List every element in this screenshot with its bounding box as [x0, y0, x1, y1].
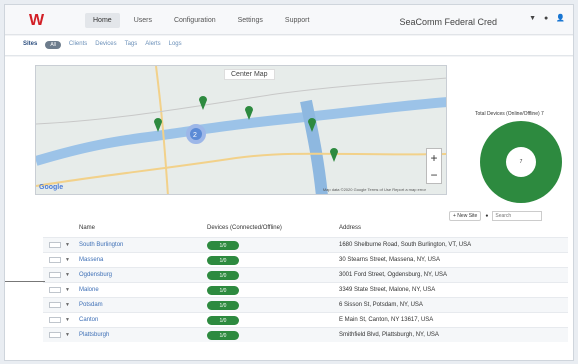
- chevron-down-icon[interactable]: ▼: [529, 15, 536, 22]
- site-name-link[interactable]: Massena: [79, 257, 103, 263]
- row-actions: ▼: [49, 272, 70, 278]
- tab-alerts[interactable]: Alerts: [145, 41, 160, 49]
- search-input[interactable]: [492, 211, 543, 221]
- table-row[interactable]: ▼ Malone 1/0 3349 State Street, Malone, …: [43, 282, 568, 297]
- sites-table: ▼ South Burlington 1/0 1680 Shelburne Ro…: [43, 237, 568, 342]
- top-icons: ▼ ● 👤: [529, 14, 565, 23]
- site-name-link[interactable]: Malone: [79, 287, 99, 293]
- nav-configuration[interactable]: Configuration: [166, 13, 224, 28]
- menu-icon[interactable]: [49, 332, 61, 338]
- column-devices[interactable]: Devices (Connected/Offline): [207, 225, 282, 231]
- site-address: 3349 State Street, Malone, NY, USA: [339, 287, 436, 293]
- sub-navigation: Sites All Clients Devices Tags Alerts Lo…: [5, 36, 573, 56]
- site-address: 30 Stearns Street, Massena, NY, USA: [339, 257, 440, 263]
- row-actions: ▼: [49, 302, 70, 308]
- site-address: 1680 Shelburne Road, South Burlington, V…: [339, 242, 472, 248]
- chevron-down-icon[interactable]: ▼: [65, 272, 70, 278]
- help-icon[interactable]: ●: [485, 213, 488, 219]
- device-status-badge: 1/0: [207, 301, 239, 310]
- site-address: 6 Sisson St, Potsdam, NY, USA: [339, 302, 423, 308]
- column-address[interactable]: Address: [339, 225, 361, 231]
- zoom-in-button[interactable]: +: [430, 151, 437, 165]
- user-icon[interactable]: 👤: [556, 14, 565, 22]
- main-nav: Home Users Configuration Settings Suppor…: [85, 13, 317, 28]
- info-icon[interactable]: ●: [544, 15, 548, 22]
- table-row[interactable]: ▼ South Burlington 1/0 1680 Shelburne Ro…: [43, 237, 568, 252]
- site-name-link[interactable]: South Burlington: [79, 242, 123, 248]
- menu-icon[interactable]: [49, 242, 61, 248]
- tab-devices[interactable]: Devices: [95, 41, 116, 49]
- table-row[interactable]: ▼ Plattsburgh 1/0 Smithfield Blvd, Platt…: [43, 327, 568, 342]
- top-navigation-bar: W Home Users Configuration Settings Supp…: [5, 5, 573, 35]
- donut-title: Total Devices (Online/Offline) 7: [475, 111, 544, 117]
- chevron-down-icon[interactable]: ▼: [65, 317, 70, 323]
- row-actions: ▼: [49, 287, 70, 293]
- nav-home[interactable]: Home: [85, 13, 120, 28]
- device-status-badge: 1/0: [207, 271, 239, 280]
- column-name[interactable]: Name: [79, 225, 95, 231]
- site-name-link[interactable]: Plattsburgh: [79, 332, 109, 338]
- tab-tags[interactable]: Tags: [125, 41, 138, 49]
- table-row[interactable]: ▼ Ogdensburg 1/0 3001 Ford Street, Ogden…: [43, 267, 568, 282]
- map-zoom-control: + −: [426, 148, 442, 184]
- decorative-divider: [5, 281, 45, 282]
- tab-logs[interactable]: Logs: [169, 41, 182, 49]
- site-name-link[interactable]: Potsdam: [79, 302, 103, 308]
- dashboard-content: 2 Center Map + − Google Map data ©2020 G…: [5, 57, 573, 360]
- site-name-link[interactable]: Canton: [79, 317, 98, 323]
- center-map-button[interactable]: Center Map: [224, 69, 275, 80]
- nav-support[interactable]: Support: [277, 13, 318, 28]
- organization-selector[interactable]: SeaComm Federal Cred: [399, 17, 497, 27]
- chevron-down-icon[interactable]: ▼: [65, 332, 70, 338]
- table-row[interactable]: ▼ Canton 1/0 E Main St, Canton, NY 13617…: [43, 312, 568, 327]
- map-attribution[interactable]: Map data ©2020 Google Terms of Use Repor…: [323, 187, 426, 192]
- chevron-down-icon[interactable]: ▼: [65, 287, 70, 293]
- subtab-list: Sites All Clients Devices Tags Alerts Lo…: [23, 41, 182, 49]
- device-status-badge: 1/0: [207, 256, 239, 265]
- map-illustration: 2: [36, 66, 446, 194]
- menu-icon[interactable]: [49, 317, 61, 323]
- tab-sites[interactable]: Sites: [23, 41, 37, 49]
- menu-icon[interactable]: [49, 287, 61, 293]
- menu-icon[interactable]: [49, 272, 61, 278]
- svg-text:2: 2: [193, 132, 197, 139]
- table-header: Name Devices (Connected/Offline) Address: [43, 221, 568, 235]
- table-row[interactable]: ▼ Massena 1/0 30 Stearns Street, Massena…: [43, 252, 568, 267]
- row-actions: ▼: [49, 242, 70, 248]
- zoom-out-button[interactable]: −: [430, 168, 437, 182]
- site-name-link[interactable]: Ogdensburg: [79, 272, 112, 278]
- device-status-badge: 1/0: [207, 316, 239, 325]
- brand-logo[interactable]: W: [29, 12, 47, 30]
- chevron-down-icon[interactable]: ▼: [65, 242, 70, 248]
- table-row[interactable]: ▼ Potsdam 1/0 6 Sisson St, Potsdam, NY, …: [43, 297, 568, 312]
- site-map[interactable]: 2 Center Map + − Google Map data ©2020 G…: [35, 65, 447, 195]
- table-toolbar: + New Site ●: [449, 211, 543, 221]
- app-window: W Home Users Configuration Settings Supp…: [4, 4, 574, 361]
- row-actions: ▼: [49, 317, 70, 323]
- menu-icon[interactable]: [49, 302, 61, 308]
- donut-center-label: 7: [506, 147, 536, 177]
- nav-settings[interactable]: Settings: [230, 13, 271, 28]
- tab-clients[interactable]: Clients: [69, 41, 87, 49]
- device-status-badge: 1/0: [207, 286, 239, 295]
- menu-icon[interactable]: [49, 257, 61, 263]
- device-status-badge: 1/0: [207, 331, 239, 340]
- tab-all-pill[interactable]: All: [45, 41, 61, 49]
- site-address: Smithfield Blvd, Plattsburgh, NY, USA: [339, 332, 439, 338]
- device-status-donut: 7: [480, 121, 562, 203]
- row-actions: ▼: [49, 257, 70, 263]
- row-actions: ▼: [49, 332, 70, 338]
- new-site-button[interactable]: + New Site: [449, 211, 482, 221]
- site-address: E Main St, Canton, NY 13617, USA: [339, 317, 434, 323]
- device-status-badge: 1/0: [207, 241, 239, 250]
- chevron-down-icon[interactable]: ▼: [65, 302, 70, 308]
- nav-users[interactable]: Users: [126, 13, 160, 28]
- google-logo: Google: [39, 184, 64, 191]
- site-address: 3001 Ford Street, Ogdensburg, NY, USA: [339, 272, 447, 278]
- chevron-down-icon[interactable]: ▼: [65, 257, 70, 263]
